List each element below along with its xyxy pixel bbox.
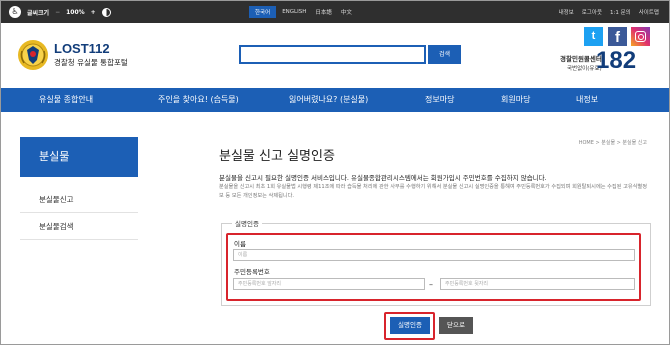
lang-english[interactable]: ENGLISH	[279, 7, 309, 17]
name-label: 이름	[234, 240, 246, 248]
lang-japanese[interactable]: 日本語	[312, 6, 335, 18]
logo-subtitle: 경찰청 유실물 통합포털	[54, 58, 128, 67]
search-button[interactable]: 검색	[428, 45, 461, 64]
instagram-icon[interactable]	[631, 27, 650, 46]
police-emblem-icon	[18, 40, 48, 70]
main-nav: 유실물 종합안내 주인을 찾아요! (습득물) 잃어버렸나요? (분실물) 정보…	[1, 88, 669, 112]
twitter-icon[interactable]: t	[584, 27, 603, 46]
contrast-icon[interactable]	[101, 7, 111, 17]
logo-name: LOST112	[54, 41, 110, 56]
zoom-out-button[interactable]: −	[55, 9, 60, 16]
name-input[interactable]: 이름	[233, 249, 635, 261]
utility-links: 내정보 로그아웃 1:1 문의 사이트맵	[559, 5, 659, 19]
zoom-in-button[interactable]: +	[91, 9, 96, 16]
nav-item-lost-items[interactable]: 잃어버렸나요? (분실물)	[289, 88, 368, 112]
nav-item-lost-guide[interactable]: 유실물 종합안내	[39, 88, 93, 112]
utility-bar: ♿ 글씨크기 − 100% + 한국어 ENGLISH 日本語 中文 내정보 로…	[1, 1, 669, 23]
accessibility-icon: ♿	[9, 6, 21, 18]
rrn-front-input[interactable]: 주민등록번호 앞자리	[233, 278, 425, 290]
intro-text: 분실물을 신고시 필요한 실명인증 서비스입니다. 유실물종합관리시스템에서는 …	[219, 174, 547, 182]
verify-button[interactable]: 실명인증	[390, 317, 430, 334]
rrn-dash: –	[429, 280, 433, 289]
nav-item-members[interactable]: 회원마당	[501, 88, 530, 112]
text-size-controls: ♿ 글씨크기 − 100% +	[9, 5, 111, 19]
sitemap-link[interactable]: 사이트맵	[639, 8, 659, 16]
text-size-label: 글씨크기	[27, 9, 50, 17]
logout-link[interactable]: 로그아웃	[582, 8, 602, 16]
facebook-icon[interactable]: f	[608, 27, 627, 46]
sidebar-item-lost-search[interactable]: 분실물검색	[20, 214, 138, 240]
nav-item-info[interactable]: 정보마당	[425, 88, 454, 112]
nav-item-my-info[interactable]: 내정보	[576, 88, 598, 112]
sidebar-item-lost-report[interactable]: 분실물신고	[20, 187, 138, 213]
close-button[interactable]: 닫으로	[439, 317, 473, 334]
rrn-back-input[interactable]: 주민등록번호 뒷자리	[440, 278, 635, 290]
search-input[interactable]	[239, 45, 426, 64]
inquiry-link[interactable]: 1:1 문의	[610, 8, 631, 16]
page-title: 분실물 신고 실명인증	[219, 149, 335, 164]
site-logo[interactable]: LOST112 경찰청 유실물 통합포털	[17, 37, 147, 73]
sidebar-title: 분실물	[20, 137, 138, 177]
zoom-level: 100%	[66, 8, 85, 16]
lang-chinese[interactable]: 中文	[338, 6, 355, 18]
rrn-label: 주민등록번호	[234, 268, 270, 276]
lang-korean[interactable]: 한국어	[249, 6, 277, 18]
intro-detail: 분실물을 신고시 최초 1회 유실물법 시행령 제11조에 따라 습득물 처리에…	[219, 184, 647, 199]
nav-item-found-items[interactable]: 주인을 찾아요! (습득물)	[158, 88, 239, 112]
call-center-number: 182	[596, 47, 637, 74]
breadcrumb: HOME > 분실물 > 분실물 신고	[578, 140, 647, 146]
browser-frame: ♿ 글씨크기 − 100% + 한국어 ENGLISH 日本語 中文 내정보 로…	[0, 0, 670, 345]
language-selector: 한국어 ENGLISH 日本語 中文	[249, 5, 355, 19]
fieldset-legend: 실명인증	[232, 218, 262, 228]
form-highlight-box	[226, 233, 641, 301]
my-info-link[interactable]: 내정보	[559, 8, 574, 16]
